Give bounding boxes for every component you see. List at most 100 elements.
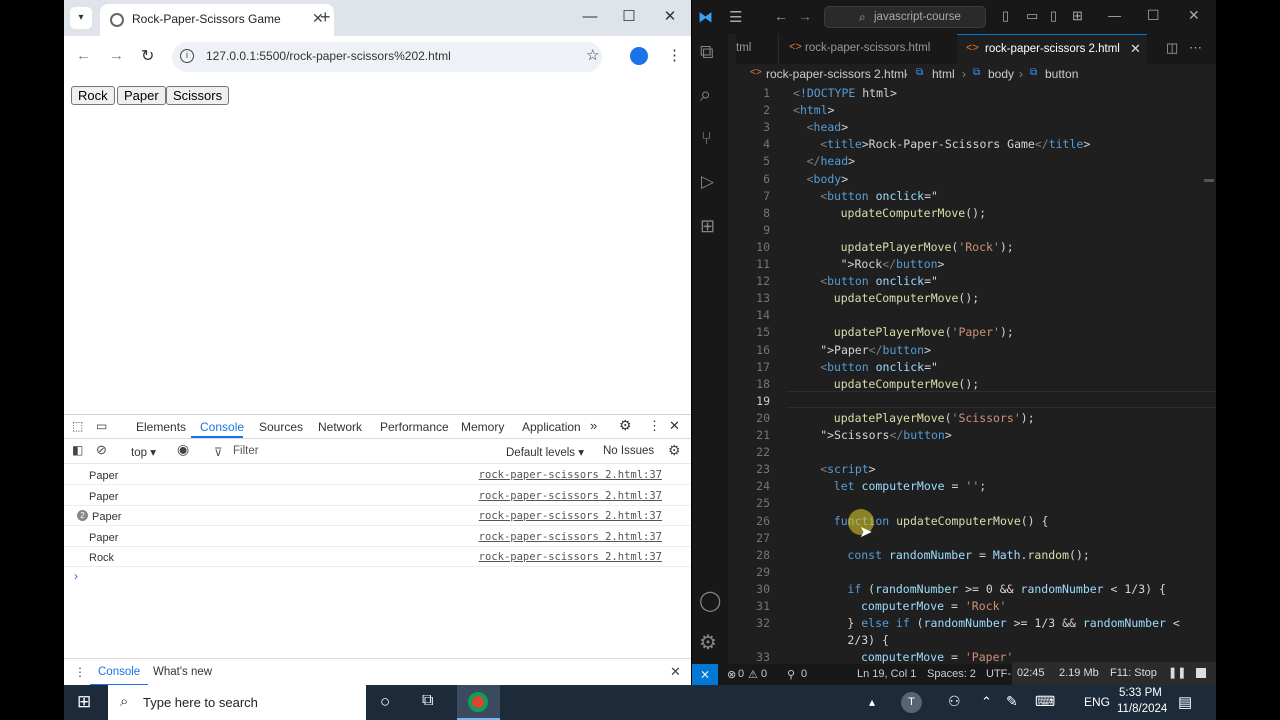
tab-elements[interactable]: Elements xyxy=(136,420,186,434)
manage-gear-icon[interactable]: ⚙ xyxy=(699,630,717,655)
people-icon[interactable]: ⚇ xyxy=(948,693,961,710)
vscode-maximize-icon[interactable]: ☐ xyxy=(1147,7,1160,24)
toggle-panel-icon[interactable]: ▭ xyxy=(1026,8,1038,24)
show-hidden-icons[interactable]: ⌃ xyxy=(981,694,992,710)
remote-indicator-icon[interactable]: ⨯ xyxy=(692,664,718,685)
inspect-element-icon[interactable]: ⬚ xyxy=(72,419,83,433)
drawer-tab-console[interactable]: Console xyxy=(98,666,140,678)
paper-button[interactable]: Paper xyxy=(117,86,166,105)
scroll-up-icon[interactable]: ▴ xyxy=(869,695,875,709)
source-control-icon[interactable]: ⑂ xyxy=(701,128,712,149)
settings-gear-icon[interactable]: ⚙ xyxy=(619,417,632,434)
tab-network[interactable]: Network xyxy=(318,420,362,434)
customize-layout-icon[interactable]: ⊞ xyxy=(1072,8,1083,24)
bookmark-star-icon[interactable]: ☆ xyxy=(586,46,599,64)
reload-icon[interactable]: ↻ xyxy=(141,46,154,66)
live-expression-eye-icon[interactable]: ◉ xyxy=(177,441,189,458)
minimize-icon[interactable]: — xyxy=(574,8,606,25)
error-icon[interactable]: ⊗ xyxy=(727,668,736,681)
sidebar-toggle-icon[interactable]: ◧ xyxy=(72,443,83,457)
nav-back-icon[interactable]: ← xyxy=(774,8,788,24)
breadcrumb-item[interactable]: rock-paper-scissors 2.html xyxy=(766,67,907,81)
console-source-link[interactable]: rock-paper-scissors 2.html:37 xyxy=(479,531,662,543)
address-bar[interactable]: i 127.0.0.1:5500/rock-paper-scissors%202… xyxy=(172,42,602,72)
encoding[interactable]: UTF- xyxy=(986,668,1011,680)
user-avatar-icon[interactable]: T xyxy=(901,692,922,713)
tab-memory[interactable]: Memory xyxy=(461,420,504,434)
log-levels-dropdown[interactable]: Default levels ▾ xyxy=(506,445,584,459)
tab-console[interactable]: Console xyxy=(200,420,244,434)
site-info-icon[interactable]: i xyxy=(180,49,194,63)
drawer-tab-whats-new[interactable]: What's new xyxy=(153,666,212,678)
extensions-icon[interactable]: ⊞ xyxy=(700,216,715,237)
tab-performance[interactable]: Performance xyxy=(380,420,449,434)
console-settings-icon[interactable]: ⚙ xyxy=(668,442,681,459)
console-source-link[interactable]: rock-paper-scissors 2.html:37 xyxy=(479,551,662,563)
editor-tab-active[interactable]: <> rock-paper-scissors 2.html ✕ xyxy=(957,34,1147,64)
clock-date[interactable]: 11/8/2024 xyxy=(1117,703,1167,715)
notifications-icon[interactable]: ▤ xyxy=(1178,693,1192,711)
scissors-button[interactable]: Scissors xyxy=(166,86,230,105)
code-editor[interactable]: 1 <!DOCTYPE html> 2 <html> 3 <head> 4 <title>Ro… xyxy=(728,84,1216,664)
stop-icon[interactable] xyxy=(1196,668,1206,678)
split-editor-icon[interactable]: ◫ xyxy=(1166,40,1178,56)
console-prompt-icon[interactable]: › xyxy=(74,569,78,583)
cortana-icon[interactable]: ○ xyxy=(380,692,390,712)
editor-tab[interactable]: <> rock-paper-scissors.html xyxy=(778,34,957,64)
console-source-link[interactable]: rock-paper-scissors 2.html:37 xyxy=(479,469,662,481)
close-editor-icon[interactable]: ✕ xyxy=(1130,41,1141,57)
tab-application[interactable]: Application xyxy=(522,420,581,434)
device-toolbar-icon[interactable]: ▭ xyxy=(96,419,107,433)
vscode-close-icon[interactable]: ✕ xyxy=(1188,7,1200,24)
hamburger-menu-icon[interactable]: ☰ xyxy=(729,8,742,26)
editor-tab[interactable]: tml xyxy=(736,34,778,64)
issues-counter[interactable]: No Issues xyxy=(603,445,654,457)
breadcrumb-item[interactable]: body xyxy=(988,67,1014,81)
ports-icon[interactable]: ⚲ xyxy=(787,668,795,681)
vscode-minimize-icon[interactable]: — xyxy=(1108,8,1121,23)
cursor-position[interactable]: Ln 19, Col 1 xyxy=(857,668,916,680)
tab-search-button[interactable]: ▾ xyxy=(70,7,92,29)
devtools-menu-icon[interactable]: ⋮ xyxy=(648,418,661,434)
breadcrumb-item[interactable]: button xyxy=(1045,67,1078,81)
console-source-link[interactable]: rock-paper-scissors 2.html:37 xyxy=(479,510,662,522)
clock-time[interactable]: 5:33 PM xyxy=(1119,687,1162,699)
taskbar-chrome-app[interactable] xyxy=(457,685,500,720)
drawer-menu-icon[interactable]: ⋮ xyxy=(74,665,86,679)
pen-icon[interactable]: ✎ xyxy=(1006,693,1018,710)
browser-tab[interactable]: Rock-Paper-Scissors Game ✕ xyxy=(100,4,334,36)
clear-console-icon[interactable]: ⊘ xyxy=(96,442,107,458)
maximize-icon[interactable]: ☐ xyxy=(613,7,645,25)
run-debug-icon[interactable]: ▷ xyxy=(701,172,714,192)
toggle-sidebar-icon[interactable]: ▯ xyxy=(1002,8,1009,24)
explorer-icon[interactable]: ⧉ xyxy=(700,42,714,64)
close-devtools-icon[interactable]: ✕ xyxy=(669,418,680,434)
rock-button[interactable]: Rock xyxy=(71,86,115,105)
input-language[interactable]: ENG xyxy=(1084,695,1110,709)
breadcrumb-item[interactable]: html xyxy=(932,67,955,81)
context-selector[interactable]: top ▾ xyxy=(131,445,156,459)
task-view-icon[interactable]: ⧉ xyxy=(422,692,433,710)
nav-forward-icon[interactable]: → xyxy=(798,8,812,24)
close-window-icon[interactable]: ✕ xyxy=(654,7,686,25)
filter-input[interactable]: Filter xyxy=(233,445,259,457)
console-source-link[interactable]: rock-paper-scissors 2.html:37 xyxy=(479,490,662,502)
profile-avatar-icon[interactable] xyxy=(630,47,648,65)
back-icon[interactable]: ← xyxy=(76,47,91,64)
search-view-icon[interactable]: ⌕ xyxy=(700,84,711,107)
close-drawer-icon[interactable]: ✕ xyxy=(670,664,681,680)
accounts-icon[interactable]: ◯ xyxy=(699,588,721,613)
new-tab-button[interactable]: + xyxy=(320,7,331,28)
forward-icon[interactable]: → xyxy=(109,47,124,64)
editor-more-icon[interactable]: ⋯ xyxy=(1189,40,1202,56)
windows-start-icon[interactable]: ⊞ xyxy=(77,692,91,712)
toggle-secondary-sidebar-icon[interactable]: ▯ xyxy=(1050,8,1057,24)
tab-sources[interactable]: Sources xyxy=(259,420,303,434)
taskbar-search-box[interactable]: ⌕ Type here to search xyxy=(108,685,366,720)
kebab-menu-icon[interactable]: ⋮ xyxy=(667,46,682,64)
stop-hotkey[interactable]: F11: Stop xyxy=(1110,667,1157,679)
indentation[interactable]: Spaces: 2 xyxy=(927,668,976,680)
keyboard-icon[interactable]: ⌨ xyxy=(1035,693,1055,710)
more-tabs-icon[interactable]: » xyxy=(590,418,597,433)
command-center-search[interactable]: ⌕ javascript-course xyxy=(824,6,986,28)
